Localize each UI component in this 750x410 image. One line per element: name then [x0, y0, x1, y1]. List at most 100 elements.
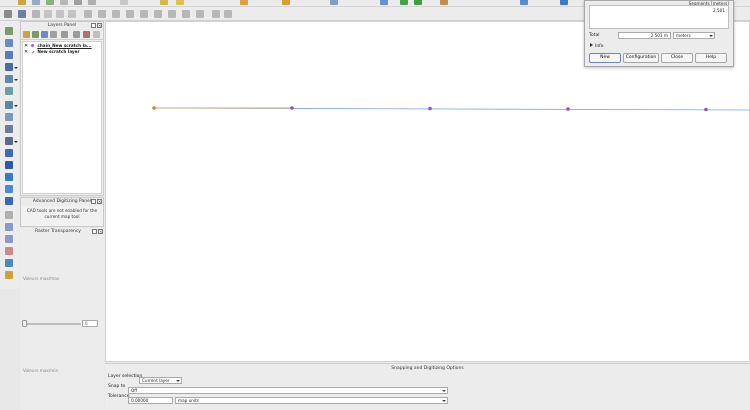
add-ring-icon[interactable] [154, 10, 162, 18]
edit-node-icon[interactable] [84, 10, 92, 18]
start-vertex[interactable] [152, 106, 156, 110]
processing-icon[interactable] [400, 0, 408, 5]
chevron-down-icon[interactable] [14, 67, 18, 69]
georeferencer-icon[interactable] [520, 0, 528, 5]
close-icon[interactable]: × [97, 23, 102, 28]
advanced-digitizing-title: Advanced Digitizing Panel × [21, 198, 103, 206]
map-canvas[interactable] [105, 21, 750, 362]
chevron-down-icon[interactable] [14, 141, 18, 143]
digitize-icon[interactable] [18, 0, 26, 5]
split-icon[interactable] [182, 10, 190, 18]
layer-selection-combo[interactable]: Current layer [139, 377, 182, 384]
annotation-icon[interactable] [240, 0, 248, 5]
identify-icon[interactable] [160, 0, 168, 5]
select-icon[interactable] [32, 0, 40, 5]
zoom-icon[interactable] [74, 0, 82, 5]
crosshair-icon[interactable] [5, 211, 13, 219]
reshape-icon[interactable] [224, 10, 232, 18]
attribute-table-icon[interactable] [176, 0, 184, 5]
new-temporary-layer-icon[interactable] [5, 185, 13, 193]
heatmap-icon[interactable] [5, 271, 13, 279]
add-layer-icon[interactable] [46, 0, 54, 5]
layer-item[interactable]: ✕ New scratch layer [24, 49, 80, 55]
transparency-slider-handle[interactable] [22, 320, 27, 327]
new-spatialite-icon[interactable] [5, 161, 13, 169]
tolerance-units-combo[interactable]: map units [175, 397, 448, 404]
layer-checkbox-icon[interactable] [31, 44, 34, 47]
close-button[interactable]: Close [661, 53, 693, 63]
add-postgis-layer-icon[interactable] [5, 51, 13, 59]
line-vertex[interactable] [566, 107, 570, 111]
filter-legend-icon[interactable] [50, 31, 57, 38]
digitize-point-icon[interactable] [5, 223, 13, 231]
add-vector-layer-icon[interactable] [5, 27, 13, 35]
transparency-spinbox[interactable]: 0 [82, 320, 98, 327]
rotate-feature-icon[interactable] [126, 10, 134, 18]
expand-all-icon[interactable] [61, 31, 68, 38]
layer-filter-icon[interactable] [93, 31, 100, 38]
zoom-in-icon[interactable] [18, 10, 26, 18]
zoom-full-icon[interactable] [44, 10, 52, 18]
tolerance-spinbox[interactable]: 0.00000 [128, 397, 173, 404]
digitize-polygon-icon[interactable] [5, 247, 13, 255]
measure-icon[interactable] [60, 0, 68, 5]
zoom-selection-icon[interactable] [68, 10, 76, 18]
segments-list[interactable]: 2.501 [589, 5, 729, 29]
digitize-line-icon[interactable] [5, 235, 13, 243]
add-spatialite-layer-icon[interactable] [5, 63, 13, 71]
manage-map-themes-icon[interactable] [41, 31, 48, 38]
float-panel-icon[interactable] [91, 23, 96, 28]
python-icon[interactable] [380, 0, 388, 5]
open-layer-styling-icon[interactable] [23, 31, 30, 38]
close-icon[interactable]: × [98, 229, 103, 234]
line-vertex[interactable] [704, 107, 708, 112]
add-wcs-layer-icon[interactable] [5, 113, 13, 121]
refresh-icon[interactable] [120, 0, 128, 5]
web-icon[interactable] [560, 0, 568, 5]
move-feature-icon[interactable] [112, 10, 120, 18]
float-panel-icon[interactable] [91, 199, 96, 204]
zoom-out-icon[interactable] [32, 10, 40, 18]
configuration-button[interactable]: Configuration [623, 53, 659, 63]
collapse-all-icon[interactable] [73, 31, 80, 38]
snap-to-combo[interactable]: Off [128, 387, 448, 394]
database-icon[interactable] [440, 0, 448, 5]
zoom-layer-icon[interactable] [56, 10, 64, 18]
add-oracle-layer-icon[interactable] [5, 87, 13, 95]
line-vertex[interactable] [428, 106, 432, 111]
pan-icon[interactable] [88, 0, 96, 5]
help-button[interactable]: Help [695, 53, 727, 63]
plugin-icon[interactable] [330, 0, 338, 5]
add-feature-icon[interactable] [98, 10, 106, 18]
units-combo[interactable]: meters [673, 32, 715, 39]
georeference-icon[interactable] [5, 259, 13, 267]
add-wms-layer-icon[interactable] [5, 101, 13, 109]
close-icon[interactable]: ✕ [24, 49, 28, 55]
float-panel-icon[interactable] [92, 229, 97, 234]
layers-panel-title: Layers Panel × [21, 22, 103, 30]
chevron-down-icon[interactable] [14, 105, 18, 107]
line-vertex[interactable] [290, 106, 294, 110]
add-part-icon[interactable] [168, 10, 176, 18]
add-delimited-text-icon[interactable] [5, 137, 13, 145]
merge-icon[interactable] [196, 10, 204, 18]
chevron-down-icon[interactable] [14, 79, 18, 81]
label-icon[interactable] [282, 0, 290, 5]
add-group-icon[interactable] [32, 31, 39, 38]
offset-icon[interactable] [212, 10, 220, 18]
add-mssql-layer-icon[interactable] [5, 75, 13, 83]
add-wfs-layer-icon[interactable] [5, 125, 13, 133]
close-icon[interactable]: × [97, 199, 102, 204]
new-shapefile-icon[interactable] [5, 149, 13, 157]
transparency-slider-track[interactable] [23, 323, 81, 325]
new-gpx-icon[interactable] [5, 173, 13, 181]
pan-map-icon[interactable] [4, 10, 12, 18]
add-virtual-layer-icon[interactable] [5, 197, 13, 205]
simplify-icon[interactable] [140, 10, 148, 18]
grass-icon[interactable] [414, 0, 422, 5]
layer-name: chain_New scratch la... [37, 43, 92, 48]
new-button[interactable]: New [589, 53, 621, 63]
info-toggle[interactable]: Info [590, 43, 604, 49]
remove-layer-icon[interactable] [83, 31, 90, 38]
add-raster-layer-icon[interactable] [5, 39, 13, 47]
